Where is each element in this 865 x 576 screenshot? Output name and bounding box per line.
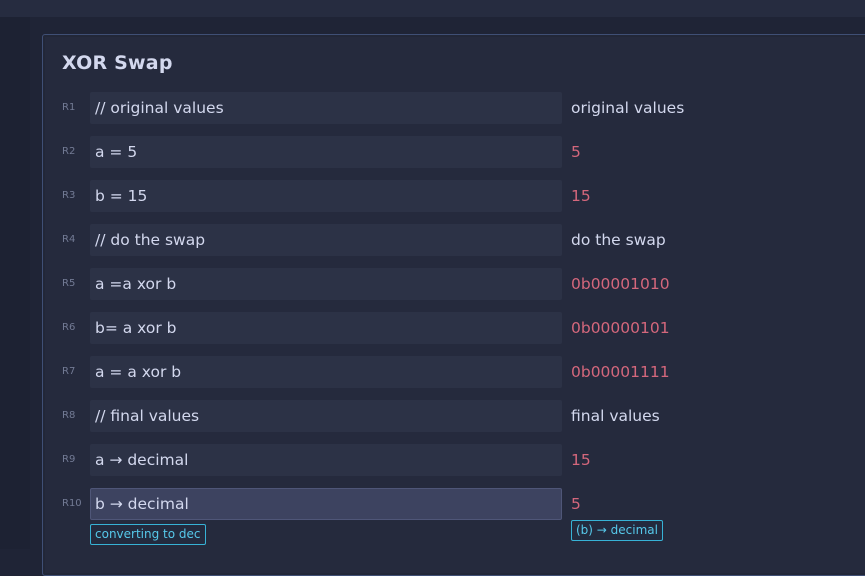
- row-label: R3: [62, 190, 76, 201]
- row-label: R6: [62, 322, 76, 333]
- result-value: 5: [571, 143, 581, 161]
- expression-input[interactable]: a = 5: [90, 136, 562, 168]
- expression-input[interactable]: // original values: [90, 92, 562, 124]
- sheet-row: R7 a = a xor b 0b00001111: [0, 356, 865, 388]
- sheet-row: R9 a → decimal 15: [0, 444, 865, 476]
- result-value: final values: [571, 407, 660, 425]
- result-value: 0b00000101: [571, 319, 670, 337]
- sheet-row: R5 a =a xor b 0b00001010: [0, 268, 865, 300]
- expression-input[interactable]: b = 15: [90, 180, 562, 212]
- expression-input[interactable]: a =a xor b: [90, 268, 562, 300]
- sheet-row: R3 b = 15 15: [0, 180, 865, 212]
- result-value: 5: [571, 495, 581, 513]
- row-label: R4: [62, 234, 76, 245]
- sheet-row: R4 // do the swap do the swap: [0, 224, 865, 256]
- expression-input[interactable]: // do the swap: [90, 224, 562, 256]
- expression-hint-tooltip: converting to dec: [90, 524, 206, 545]
- result-value: 0b00001111: [571, 363, 670, 381]
- sheet-row: R1 // original values original values: [0, 92, 865, 124]
- row-label: R2: [62, 146, 76, 157]
- sheet-row: R6 b= a xor b 0b00000101: [0, 312, 865, 344]
- result-hint-tooltip: (b) → decimal: [571, 520, 663, 541]
- row-label: R9: [62, 454, 76, 465]
- result-value: 15: [571, 451, 591, 469]
- sheet-row: R8 // final values final values: [0, 400, 865, 432]
- row-label: R1: [62, 102, 76, 113]
- result-value: 15: [571, 187, 591, 205]
- window-top-bar: [0, 0, 865, 17]
- expression-input[interactable]: a = a xor b: [90, 356, 562, 388]
- result-value: original values: [571, 99, 685, 117]
- row-label: R10: [62, 498, 82, 509]
- result-value: 0b00001010: [571, 275, 670, 293]
- sheet-row-active: R10 b → decimal 5: [0, 488, 865, 520]
- expression-input[interactable]: a → decimal: [90, 444, 562, 476]
- expression-input[interactable]: b= a xor b: [90, 312, 562, 344]
- expression-input-active[interactable]: b → decimal: [90, 488, 562, 520]
- sheet-title: XOR Swap: [62, 52, 173, 74]
- row-label: R8: [62, 410, 76, 421]
- row-label: R5: [62, 278, 76, 289]
- result-value: do the swap: [571, 231, 666, 249]
- row-label: R7: [62, 366, 76, 377]
- sheet-row: R2 a = 5 5: [0, 136, 865, 168]
- expression-input[interactable]: // final values: [90, 400, 562, 432]
